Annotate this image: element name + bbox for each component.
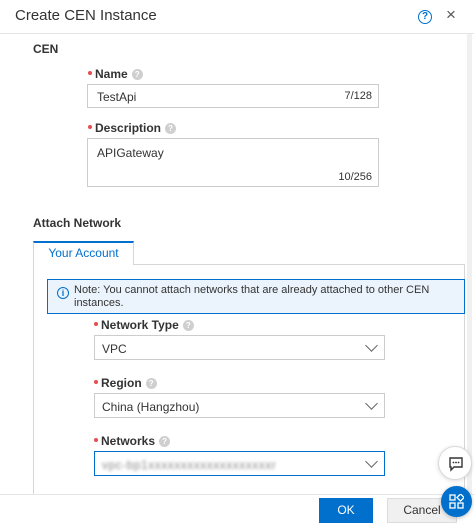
region-value: China (Hangzhou)	[102, 400, 200, 414]
required-marker	[94, 380, 98, 384]
apps-float-button[interactable]	[441, 486, 472, 517]
ok-button[interactable]: OK	[319, 498, 373, 523]
tab-your-account[interactable]: Your Account	[33, 241, 134, 265]
close-icon[interactable]: ×	[446, 5, 456, 25]
chat-icon	[449, 457, 463, 472]
networks-label: Networks?	[94, 434, 171, 448]
description-textarea[interactable]: APIGateway 10/256	[87, 138, 379, 187]
networks-label-text: Networks	[101, 434, 156, 448]
question-icon[interactable]: ?	[182, 320, 194, 331]
name-label: Name?	[88, 67, 143, 81]
networks-value: vpc-bp1xxxxxxxxxxxxxxxxxxxr	[102, 458, 277, 472]
panel-border-left	[33, 265, 34, 495]
required-marker	[94, 438, 98, 442]
network-type-value: VPC	[102, 342, 127, 356]
network-type-label: Network Type?	[94, 318, 194, 332]
networks-select[interactable]: vpc-bp1xxxxxxxxxxxxxxxxxxxr	[94, 451, 385, 476]
name-label-text: Name	[95, 67, 128, 81]
region-label-text: Region	[101, 376, 142, 390]
dialog-title: Create CEN Instance	[15, 7, 157, 24]
attach-network-title: Attach Network	[33, 216, 122, 230]
name-input[interactable]: TestApi 7/128	[87, 84, 379, 108]
cen-section-title: CEN	[33, 42, 59, 56]
region-select[interactable]: China (Hangzhou)	[94, 393, 385, 418]
apps-grid-icon	[449, 494, 464, 509]
chevron-down-icon	[365, 397, 378, 410]
info-notice: i Note: You cannot attach networks that …	[47, 279, 465, 314]
notice-text: Note: You cannot attach networks that ar…	[74, 284, 430, 309]
chevron-down-icon	[365, 455, 378, 468]
question-icon[interactable]: ?	[131, 69, 143, 80]
chevron-down-icon	[365, 339, 378, 352]
info-icon: i	[57, 287, 69, 299]
scrollbar[interactable]	[467, 34, 472, 494]
chat-float-button[interactable]	[438, 446, 472, 480]
help-icon[interactable]: ?	[418, 10, 432, 24]
name-input-value: TestApi	[97, 90, 137, 104]
dialog-header: Create CEN Instance ? ×	[0, 0, 474, 34]
required-marker	[88, 71, 92, 75]
description-label: Description?	[88, 121, 177, 135]
description-value: APIGateway	[97, 146, 164, 160]
question-icon[interactable]: ?	[159, 436, 171, 447]
network-type-select[interactable]: VPC	[94, 335, 385, 360]
region-label: Region?	[94, 376, 157, 390]
name-char-counter: 7/128	[344, 90, 372, 102]
required-marker	[94, 322, 98, 326]
question-icon[interactable]: ?	[145, 378, 157, 389]
network-type-label-text: Network Type	[101, 318, 179, 332]
question-icon[interactable]: ?	[165, 123, 177, 134]
required-marker	[88, 125, 92, 129]
description-char-counter: 10/256	[338, 171, 372, 183]
description-label-text: Description	[95, 121, 162, 135]
